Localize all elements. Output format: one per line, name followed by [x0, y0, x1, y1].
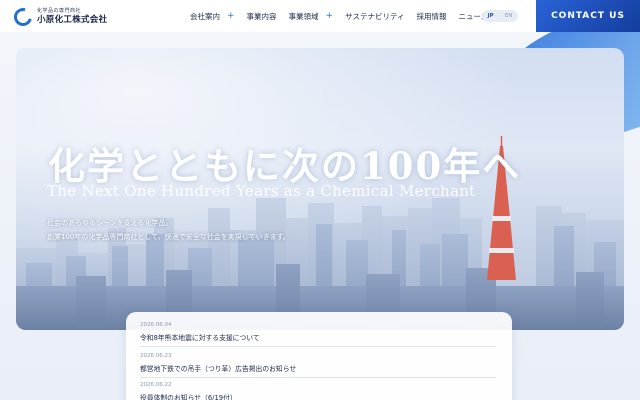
hero-subtitle: The Next One Hundred Years as a Chemical… [47, 182, 476, 200]
news-item[interactable]: 2026.06.04 令和8年熊本地震に対する支援について [140, 322, 496, 342]
nav-label: サステナビリティ [345, 11, 405, 21]
hero-lead-line-2: 創業100年の化学品専門商社として、快適で安全な社会を実現していきます。 [47, 233, 290, 241]
lang-jp-button[interactable]: JP [488, 13, 494, 19]
nav-label: 事業領域 [288, 11, 319, 21]
news-date: 2026.06.22 [140, 382, 172, 388]
news-item[interactable]: 2026.06.22 役員体制のお知らせ（6/19付） [140, 382, 496, 400]
lang-en-button[interactable]: EN [505, 13, 513, 19]
nav-item-recruit[interactable]: 採用情報 [417, 11, 447, 22]
site-header: 化学品の専門商社 小原化工株式会社 会社案内 + 事業内容 事業領域 + サステ… [0, 0, 640, 32]
nav-label: 採用情報 [416, 11, 447, 21]
contact-us-button[interactable]: CONTACT US [536, 0, 640, 32]
news-item[interactable]: 2026.06.23 都営地下鉄での吊手（つり革）広告掲出のお知らせ [140, 353, 496, 373]
news-title-link[interactable]: 令和8年熊本地震に対する支援について [140, 332, 496, 342]
news-card: 2026.06.04 令和8年熊本地震に対する支援について 2026.06.23… [126, 312, 512, 400]
main-nav: 会社案内 + 事業内容 事業領域 + サステナビリティ 採用情報 ニュース [190, 0, 500, 32]
language-switcher: JP EN [482, 10, 518, 22]
nav-item-domains[interactable]: 事業領域 + [289, 11, 334, 22]
nav-item-company[interactable]: 会社案内 + [190, 11, 235, 22]
news-title-link[interactable]: 都営地下鉄での吊手（つり革）広告掲出のお知らせ [140, 363, 496, 373]
hero-lead-line-1: 社会のあらゆるシーンを支える化学品。 [47, 219, 173, 227]
logo-tagline: 化学品の専門商社 [37, 8, 82, 15]
logo-mark-icon [10, 4, 36, 30]
company-logo[interactable]: 化学品の専門商社 小原化工株式会社 [10, 4, 108, 30]
news-date: 2026.06.04 [140, 322, 172, 328]
plus-icon: + [227, 10, 235, 21]
nav-item-sustainability[interactable]: サステナビリティ [345, 11, 404, 22]
news-title-link[interactable]: 役員体制のお知らせ（6/19付） [140, 392, 496, 400]
nav-label: 会社案内 [190, 11, 220, 21]
hero-lead-text: 社会のあらゆるシーンを支える化学品。 創業100年の化学品専門商社として、快適で… [47, 216, 290, 244]
nav-label: 事業内容 [246, 11, 277, 21]
nav-item-business[interactable]: 事業内容 [247, 11, 277, 22]
news-divider [140, 377, 496, 378]
news-divider [140, 346, 496, 347]
news-date: 2026.06.23 [140, 353, 172, 359]
logo-company-name: 小原化工株式会社 [37, 15, 108, 26]
plus-icon: + [325, 10, 334, 21]
hero-banner: 化学とともに次の100年へ The Next One Hundred Years… [16, 48, 624, 330]
